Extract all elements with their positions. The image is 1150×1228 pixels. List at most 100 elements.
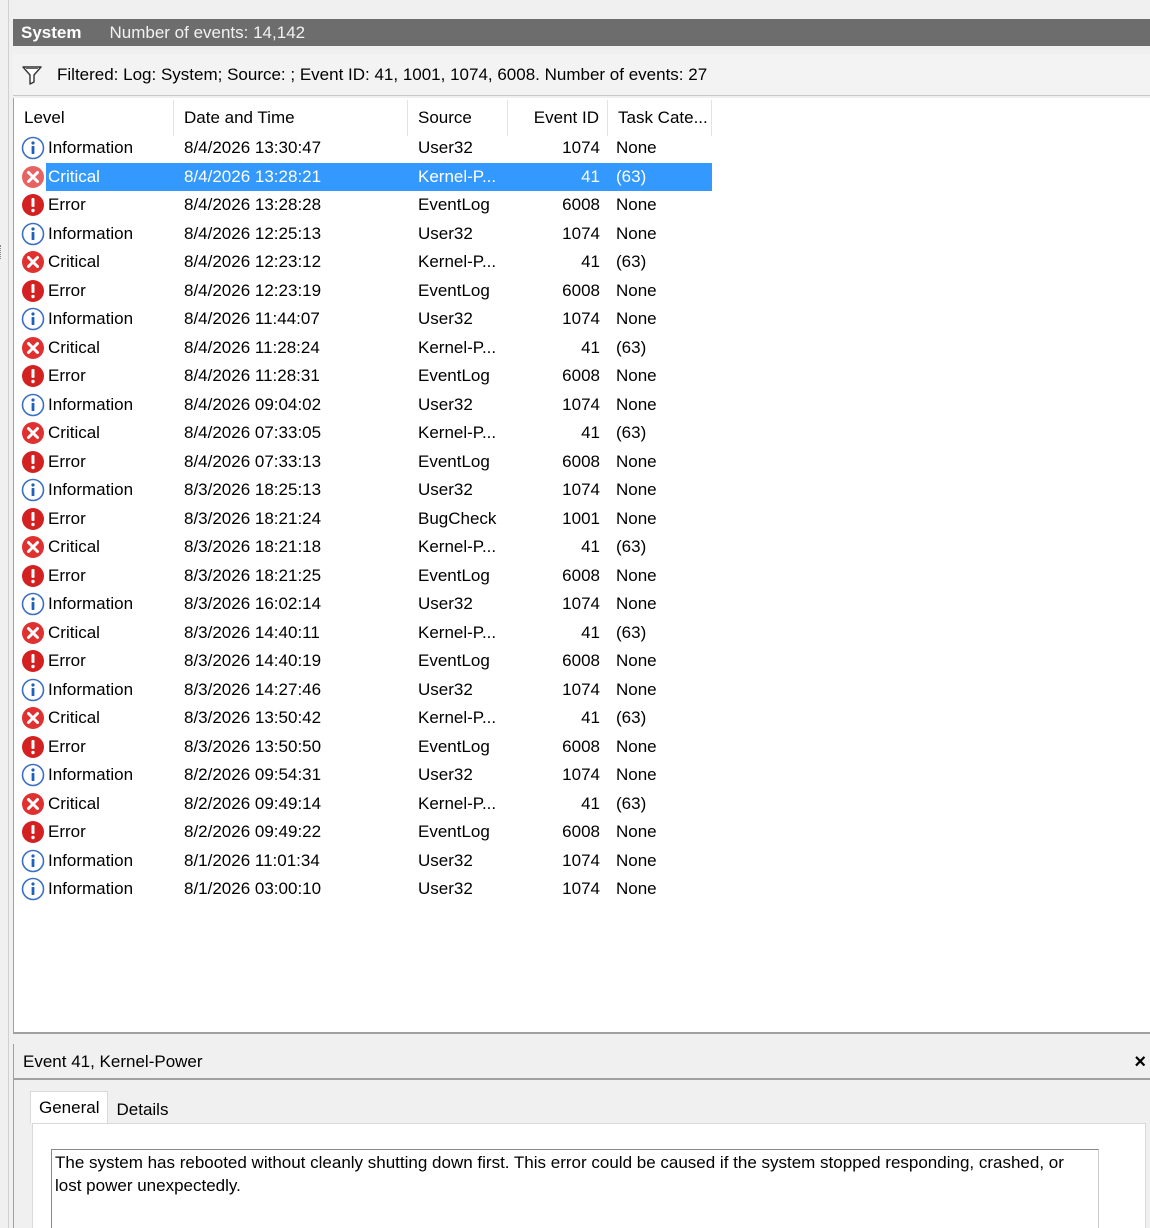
cell-date-time: 8/4/2026 13:28:21 [184, 166, 322, 186]
cell-level: Critical [14, 336, 174, 360]
table-row[interactable]: Error 8/4/2026 13:28:28 EventLog 6008 None [14, 191, 712, 220]
cell-task-category: None [616, 480, 657, 500]
error-icon [22, 564, 44, 587]
table-row[interactable]: Critical 8/4/2026 11:28:24 Kernel-P... 41 (6… [14, 334, 712, 363]
table-row[interactable]: Information 8/4/2026 13:30:47 User32 1074 No… [14, 134, 712, 163]
column-header-row: Level Date and Time Source Event ID Task… [14, 100, 712, 136]
info-icon [21, 478, 45, 502]
cell-event-id: 6008 [562, 651, 600, 671]
table-row[interactable]: Information 8/1/2026 11:01:34 User32 1074 No… [14, 847, 712, 876]
cell-date-time: 8/3/2026 16:02:14 [184, 594, 322, 614]
cell-task-category: None [616, 822, 657, 842]
filter-funnel-icon [22, 65, 42, 85]
table-row[interactable]: Error 8/4/2026 11:28:31 EventLog 6008 None [14, 362, 712, 391]
error-icon [22, 194, 44, 217]
level-label: Information [48, 223, 134, 243]
left-panel-edge[interactable] [0, 0, 9, 1228]
cell-date-time: 8/4/2026 07:33:05 [184, 423, 322, 443]
table-row[interactable]: Error 8/3/2026 14:40:19 EventLog 6008 None [14, 647, 712, 676]
table-row[interactable]: Information 8/2/2026 09:54:31 User32 1074 No… [14, 761, 712, 790]
cell-event-id: 1001 [562, 508, 600, 528]
column-header-source[interactable]: Source [408, 100, 508, 136]
column-header-level[interactable]: Level [14, 100, 174, 136]
cell-event-id: 1074 [562, 879, 600, 899]
table-row[interactable]: Critical 8/3/2026 14:40:11 Kernel-P... 41 (6… [14, 619, 712, 648]
column-header-date-time[interactable]: Date and Time [174, 100, 408, 136]
cell-level: Information [14, 222, 174, 246]
cell-task-category: (63) [616, 423, 647, 443]
cell-task-category: None [616, 594, 657, 614]
details-tabs: General Details [30, 1091, 176, 1126]
cell-source: Kernel-P... [418, 708, 497, 728]
table-row[interactable]: Information 8/4/2026 12:25:13 User32 1074 No… [14, 220, 712, 249]
error-icon [22, 279, 44, 302]
table-row[interactable]: Information 8/1/2026 03:00:10 User32 1074 No… [14, 875, 712, 904]
error-icon [22, 365, 44, 388]
cell-event-id: 6008 [562, 366, 600, 386]
error-icon [22, 507, 44, 530]
table-row[interactable]: Information 8/3/2026 14:27:46 User32 1074 No… [14, 676, 712, 705]
critical-icon [22, 165, 44, 188]
column-header-event-id[interactable]: Event ID [508, 100, 608, 136]
table-row[interactable]: Critical 8/4/2026 12:23:12 Kernel-P... 41 (6… [14, 248, 712, 277]
cell-event-id: 41 [581, 622, 600, 642]
cell-level: Critical [14, 792, 174, 816]
cell-level: Error [14, 564, 174, 588]
cell-event-id: 1074 [562, 765, 600, 785]
table-row[interactable]: Error 8/4/2026 12:23:19 EventLog 6008 None [14, 277, 712, 306]
event-rows: Information 8/4/2026 13:30:47 User32 1074 No… [14, 134, 712, 904]
event-description[interactable]: The system has rebooted without cleanly … [51, 1149, 1099, 1228]
cell-event-id: 41 [581, 252, 600, 272]
table-row[interactable]: Information 8/3/2026 18:25:13 User32 1074 No… [14, 476, 712, 505]
level-label: Information [48, 480, 134, 500]
cell-source: EventLog [418, 736, 490, 756]
table-row[interactable]: Critical 8/4/2026 07:33:05 Kernel-P... 41 (6… [14, 419, 712, 448]
critical-icon [22, 251, 44, 274]
close-icon[interactable]: × [1134, 1044, 1146, 1080]
error-icon [22, 450, 44, 473]
table-row[interactable]: Information 8/4/2026 09:04:02 User32 1074 No… [14, 391, 712, 420]
table-row[interactable]: Error 8/2/2026 09:49:22 EventLog 6008 None [14, 818, 712, 847]
cell-source: User32 [418, 879, 473, 899]
level-label: Critical [48, 622, 100, 642]
column-header-task-category[interactable]: Task Cate... [608, 100, 712, 136]
cell-source: Kernel-P... [418, 252, 497, 272]
cell-level: Information [14, 136, 174, 160]
cell-task-category: None [616, 651, 657, 671]
cell-date-time: 8/4/2026 11:44:07 [184, 309, 320, 329]
cell-source: User32 [418, 309, 473, 329]
cell-level: Information [14, 393, 174, 417]
cell-level: Critical [14, 706, 174, 730]
info-icon [21, 763, 45, 787]
table-row[interactable]: Critical 8/3/2026 13:50:42 Kernel-P... 41 (6… [14, 704, 712, 733]
table-row[interactable]: Critical 8/3/2026 18:21:18 Kernel-P... 41 (6… [14, 533, 712, 562]
info-icon [21, 678, 45, 702]
table-row[interactable]: Error 8/3/2026 13:50:50 EventLog 6008 None [14, 733, 712, 762]
tab-details[interactable]: Details [108, 1094, 176, 1126]
table-row[interactable]: Critical 8/4/2026 13:28:21 Kernel-P... 41 (6… [14, 162, 712, 191]
error-icon [22, 735, 44, 758]
tab-general[interactable]: General [30, 1091, 109, 1123]
cell-event-id: 1074 [562, 309, 600, 329]
event-list[interactable]: Level Date and Time Source Event ID Task… [13, 98, 1150, 1034]
cell-source: User32 [418, 480, 473, 500]
cell-date-time: 8/4/2026 11:28:31 [184, 366, 320, 386]
table-row[interactable]: Information 8/3/2026 16:02:14 User32 1074 No… [14, 590, 712, 619]
info-icon [21, 307, 45, 331]
info-icon [21, 877, 45, 901]
level-label: Information [48, 879, 134, 899]
level-label: Error [48, 508, 86, 528]
cell-event-id: 41 [581, 708, 600, 728]
cell-level: Critical [14, 250, 174, 274]
table-row[interactable]: Error 8/4/2026 07:33:13 EventLog 6008 None [14, 448, 712, 477]
cell-source: EventLog [418, 195, 490, 215]
table-row[interactable]: Critical 8/2/2026 09:49:14 Kernel-P... 41 (6… [14, 790, 712, 819]
cell-event-id: 1074 [562, 138, 600, 158]
table-row[interactable]: Error 8/3/2026 18:21:25 EventLog 6008 None [14, 562, 712, 591]
table-row[interactable]: Information 8/4/2026 11:44:07 User32 1074 No… [14, 305, 712, 334]
cell-source: EventLog [418, 280, 490, 300]
table-row[interactable]: Error 8/3/2026 18:21:24 BugCheck 1001 None [14, 505, 712, 534]
level-label: Error [48, 565, 86, 585]
error-icon [22, 821, 44, 844]
cell-level: Error [14, 450, 174, 474]
